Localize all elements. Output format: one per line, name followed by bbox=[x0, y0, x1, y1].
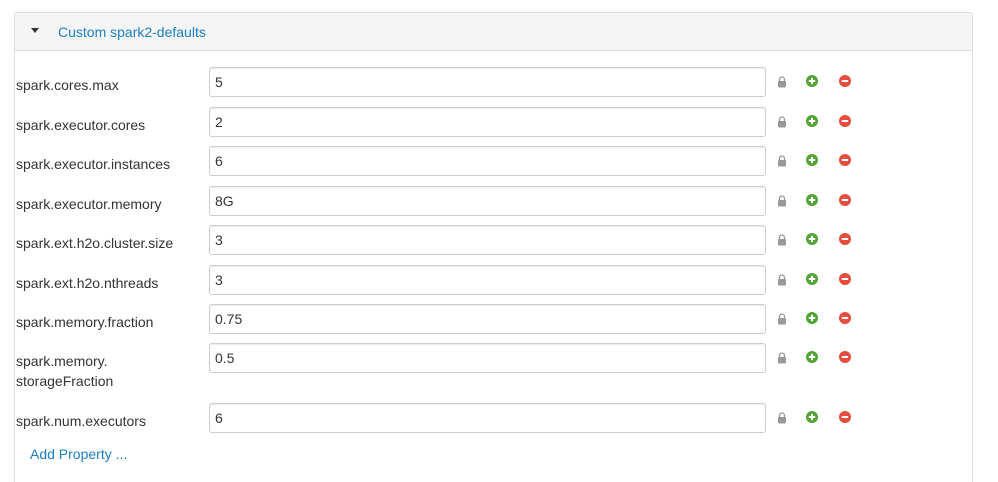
minus-circle-icon[interactable] bbox=[839, 233, 851, 245]
minus-circle-icon[interactable] bbox=[839, 273, 851, 285]
plus-circle-icon[interactable] bbox=[806, 312, 818, 324]
plus-circle-icon[interactable] bbox=[806, 154, 818, 166]
property-name: spark.memory. storageFraction bbox=[16, 353, 114, 389]
minus-circle-icon[interactable] bbox=[839, 411, 851, 423]
minus-circle-icon[interactable] bbox=[839, 154, 851, 166]
property-value-input[interactable] bbox=[209, 304, 766, 334]
property-value-input[interactable] bbox=[209, 186, 766, 216]
plus-circle-icon[interactable] bbox=[806, 233, 818, 245]
property-name: spark.ext.h2o.nthreads bbox=[16, 275, 159, 291]
lock-icon bbox=[778, 195, 786, 207]
plus-circle-icon[interactable] bbox=[806, 273, 818, 285]
property-value-input[interactable] bbox=[209, 265, 766, 295]
lock-icon bbox=[778, 116, 786, 128]
plus-circle-icon[interactable] bbox=[806, 351, 818, 363]
lock-icon bbox=[778, 412, 786, 424]
lock-icon bbox=[778, 313, 786, 325]
property-name: spark.ext.h2o.cluster.size bbox=[16, 235, 174, 251]
minus-circle-icon[interactable] bbox=[839, 75, 851, 87]
lock-icon bbox=[778, 352, 786, 364]
add-property-link[interactable]: Add Property ... bbox=[30, 446, 127, 462]
property-value-input[interactable] bbox=[209, 67, 766, 97]
lock-icon bbox=[778, 76, 786, 88]
caret-down-icon[interactable] bbox=[31, 28, 39, 33]
panel-title[interactable]: Custom spark2-defaults bbox=[58, 24, 206, 40]
lock-icon bbox=[778, 274, 786, 286]
property-value-input[interactable] bbox=[209, 403, 766, 433]
property-name: spark.cores.max bbox=[16, 77, 119, 93]
minus-circle-icon[interactable] bbox=[839, 194, 851, 206]
property-name: spark.executor.memory bbox=[16, 196, 162, 212]
minus-circle-icon[interactable] bbox=[839, 312, 851, 324]
property-value-input[interactable] bbox=[209, 225, 766, 255]
property-value-input[interactable] bbox=[209, 146, 766, 176]
property-name: spark.executor.instances bbox=[16, 156, 171, 172]
plus-circle-icon[interactable] bbox=[806, 194, 818, 206]
property-name: spark.num.executors bbox=[16, 413, 146, 429]
minus-circle-icon[interactable] bbox=[839, 351, 851, 363]
plus-circle-icon[interactable] bbox=[806, 75, 818, 87]
plus-circle-icon[interactable] bbox=[806, 411, 818, 423]
lock-icon bbox=[778, 155, 786, 167]
property-value-input[interactable] bbox=[209, 107, 766, 137]
panel-header[interactable]: Custom spark2-defaults bbox=[15, 13, 972, 51]
plus-circle-icon[interactable] bbox=[806, 115, 818, 127]
minus-circle-icon[interactable] bbox=[839, 115, 851, 127]
lock-icon bbox=[778, 234, 786, 246]
property-name: spark.memory.fraction bbox=[16, 314, 154, 330]
property-value-input[interactable] bbox=[209, 343, 766, 373]
property-name: spark.executor.cores bbox=[16, 117, 146, 133]
